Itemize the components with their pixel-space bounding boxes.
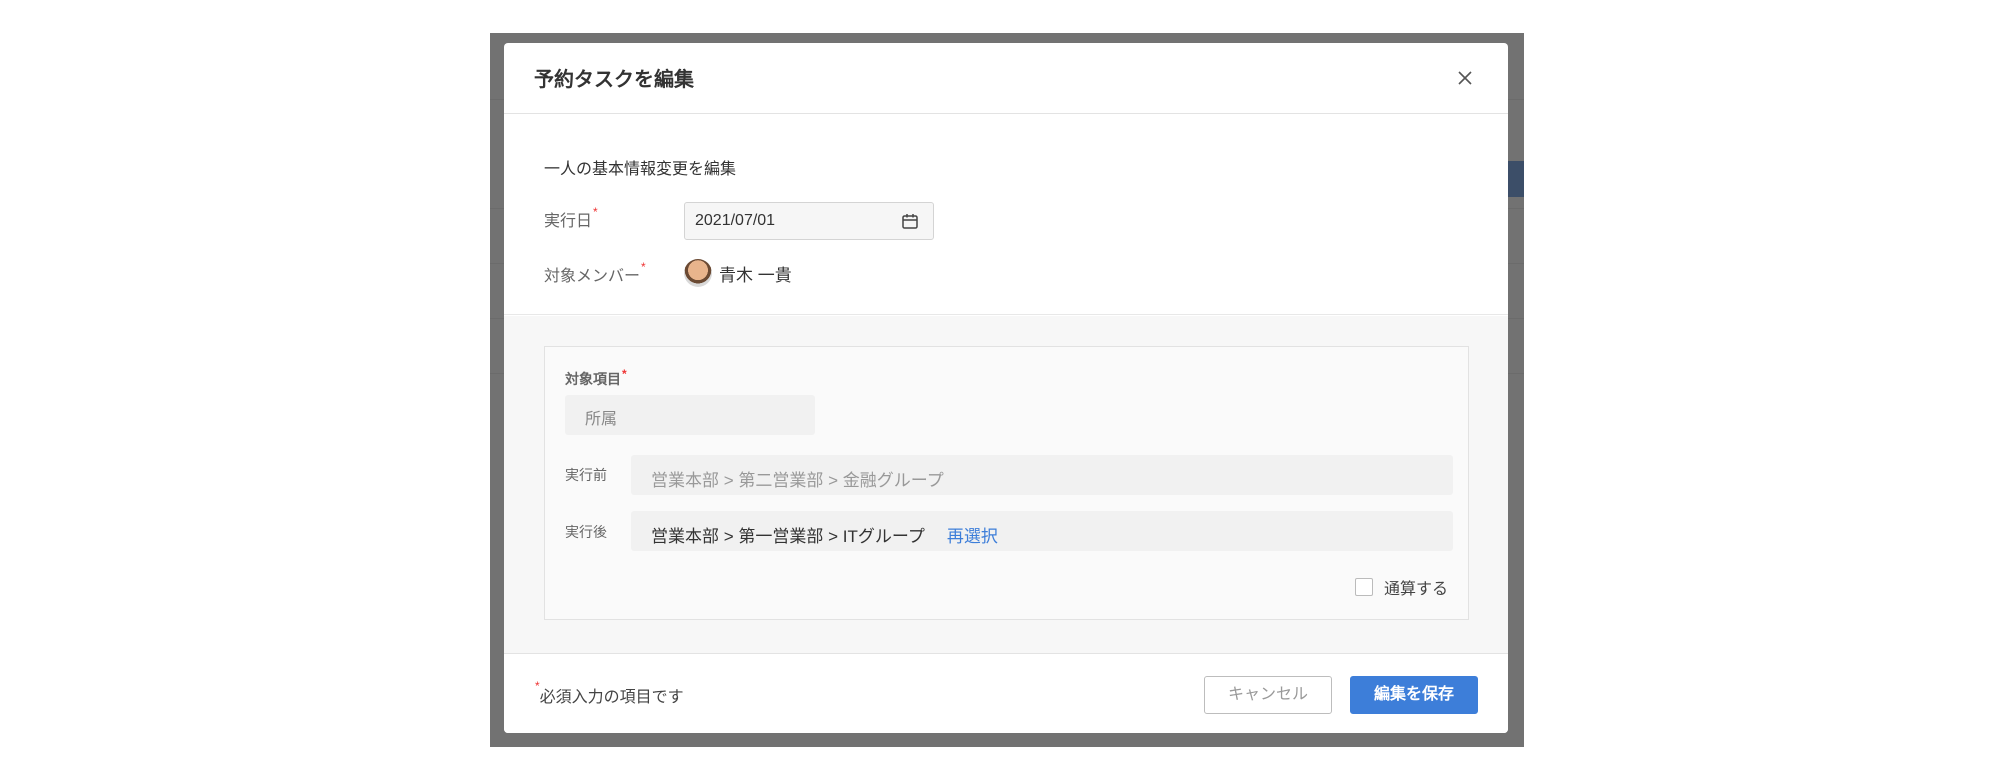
member-name: 青木 一貴 <box>719 265 792 285</box>
modal-header: 予約タスクを編集 <box>504 43 1508 114</box>
required-mark: * <box>641 260 646 274</box>
before-label: 実行前 <box>565 467 607 483</box>
cumulative-checkbox-label: 通算する <box>1383 581 1448 598</box>
after-value: 営業本部 > 第一営業部 > ITグループ <box>651 527 925 546</box>
before-value: 営業本部 > 第二営業部 > 金融グループ <box>631 455 1453 495</box>
execution-date-field[interactable]: 2021/07/01 <box>684 202 934 240</box>
target-member: 青木 一貴 <box>684 257 792 289</box>
change-item-card: 対象項目* 所属 実行前 営業本部 > 第二営業部 > 金融グループ 実行後 営… <box>544 346 1469 620</box>
calendar-icon[interactable] <box>901 212 919 230</box>
modal-footer: *必須入力の項目です キャンセル 編集を保存 <box>504 653 1508 733</box>
avatar <box>684 259 712 287</box>
after-label: 実行後 <box>565 524 607 540</box>
cumulative-checkbox[interactable] <box>1354 578 1373 596</box>
cancel-button[interactable]: キャンセル <box>1204 676 1332 714</box>
edit-task-modal: 予約タスクを編集 一人の基本情報変更を編集 実行日* 2021/07/01 対象… <box>504 43 1508 733</box>
target-member-label: 対象メンバー* <box>544 260 646 285</box>
after-value-field: 営業本部 > 第一営業部 > ITグループ 再選択 <box>631 511 1453 551</box>
modal-title: 予約タスクを編集 <box>534 69 694 91</box>
required-mark: * <box>593 205 598 219</box>
required-mark: * <box>622 367 627 381</box>
task-info-section: 一人の基本情報変更を編集 実行日* 2021/07/01 対象メンバー* 青木 … <box>504 115 1508 315</box>
execution-date-label: 実行日* <box>544 205 598 230</box>
save-button[interactable]: 編集を保存 <box>1350 676 1478 714</box>
execution-date-value: 2021/07/01 <box>695 212 776 229</box>
change-details-section: 対象項目* 所属 実行前 営業本部 > 第二営業部 > 金融グループ 実行後 営… <box>504 316 1508 653</box>
reselect-link[interactable]: 再選択 <box>947 527 998 546</box>
required-note: *必須入力の項目です <box>535 679 684 706</box>
cumulative-toggle[interactable]: 通算する <box>1354 575 1448 599</box>
target-item-label: 対象項目* <box>565 367 627 387</box>
task-description: 一人の基本情報変更を編集 <box>544 161 737 178</box>
target-item-field: 所属 <box>565 395 815 435</box>
close-button[interactable] <box>1456 69 1474 87</box>
close-icon <box>1458 71 1472 85</box>
required-mark: * <box>535 679 540 693</box>
